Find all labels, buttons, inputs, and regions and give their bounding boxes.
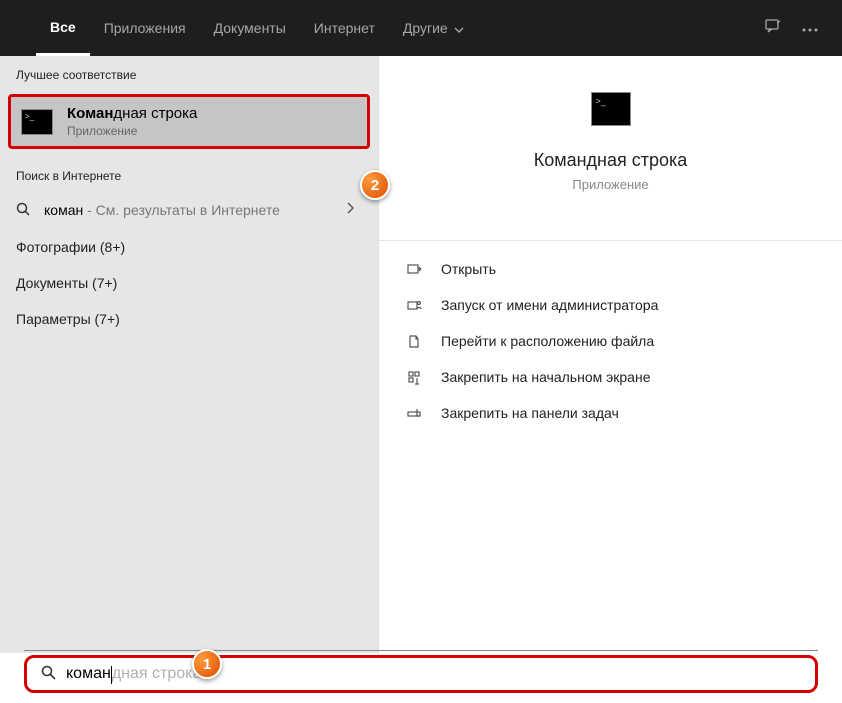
pin-start-icon bbox=[405, 370, 423, 385]
search-icon bbox=[16, 202, 30, 219]
search-input[interactable]: командная строка bbox=[24, 655, 818, 693]
open-icon bbox=[405, 262, 423, 277]
tab-internet[interactable]: Интернет bbox=[300, 0, 389, 56]
chevron-down-icon bbox=[454, 20, 464, 36]
ellipsis-icon[interactable] bbox=[802, 19, 818, 37]
tab-documents[interactable]: Документы bbox=[200, 0, 300, 56]
admin-icon bbox=[405, 298, 423, 313]
search-icon bbox=[41, 665, 56, 684]
chevron-right-icon bbox=[346, 201, 362, 219]
preview-title: Командная строка bbox=[534, 150, 688, 171]
best-match-item[interactable]: Командная строка Приложение bbox=[8, 94, 370, 149]
preview-pane: Командная строка Приложение Открыть Запу… bbox=[378, 56, 842, 653]
action-open-location[interactable]: Перейти к расположению файла bbox=[379, 323, 842, 359]
web-search-header: Поиск в Интернете bbox=[0, 157, 378, 191]
annotation-badge-1: 1 bbox=[192, 649, 222, 679]
top-nav-bar: Все Приложения Документы Интернет Другие bbox=[0, 0, 842, 56]
web-search-result[interactable]: коман - См. результаты в Интернете bbox=[0, 191, 378, 229]
best-match-subtitle: Приложение bbox=[67, 124, 197, 138]
search-typed-text: коман bbox=[66, 665, 111, 683]
annotation-badge-2: 2 bbox=[360, 170, 390, 200]
best-match-title: Командная строка bbox=[67, 105, 197, 122]
folder-icon bbox=[405, 334, 423, 349]
tab-more[interactable]: Другие bbox=[389, 0, 478, 56]
cmd-icon bbox=[21, 109, 53, 135]
action-pin-taskbar[interactable]: Закрепить на панели задач bbox=[379, 395, 842, 431]
tab-apps[interactable]: Приложения bbox=[90, 0, 200, 56]
best-match-header: Лучшее соответствие bbox=[0, 56, 378, 90]
action-pin-start[interactable]: Закрепить на начальном экране bbox=[379, 359, 842, 395]
category-photos[interactable]: Фотографии (8+) bbox=[0, 229, 378, 265]
search-completion-text: дная строка bbox=[112, 665, 202, 683]
results-pane: Лучшее соответствие Командная строка При… bbox=[0, 56, 378, 653]
main-content: Лучшее соответствие Командная строка При… bbox=[0, 56, 842, 653]
action-open[interactable]: Открыть bbox=[379, 251, 842, 287]
category-settings[interactable]: Параметры (7+) bbox=[0, 301, 378, 337]
preview-app-icon bbox=[591, 92, 631, 126]
feedback-icon[interactable] bbox=[764, 17, 782, 40]
category-documents[interactable]: Документы (7+) bbox=[0, 265, 378, 301]
actions-list: Открыть Запуск от имени администратора П… bbox=[379, 240, 842, 431]
pin-taskbar-icon bbox=[405, 406, 423, 421]
tab-all[interactable]: Все bbox=[36, 0, 90, 56]
action-run-as-admin[interactable]: Запуск от имени администратора bbox=[379, 287, 842, 323]
preview-subtitle: Приложение bbox=[572, 177, 648, 192]
search-divider bbox=[24, 650, 818, 651]
web-result-text: коман - См. результаты в Интернете bbox=[44, 202, 280, 218]
